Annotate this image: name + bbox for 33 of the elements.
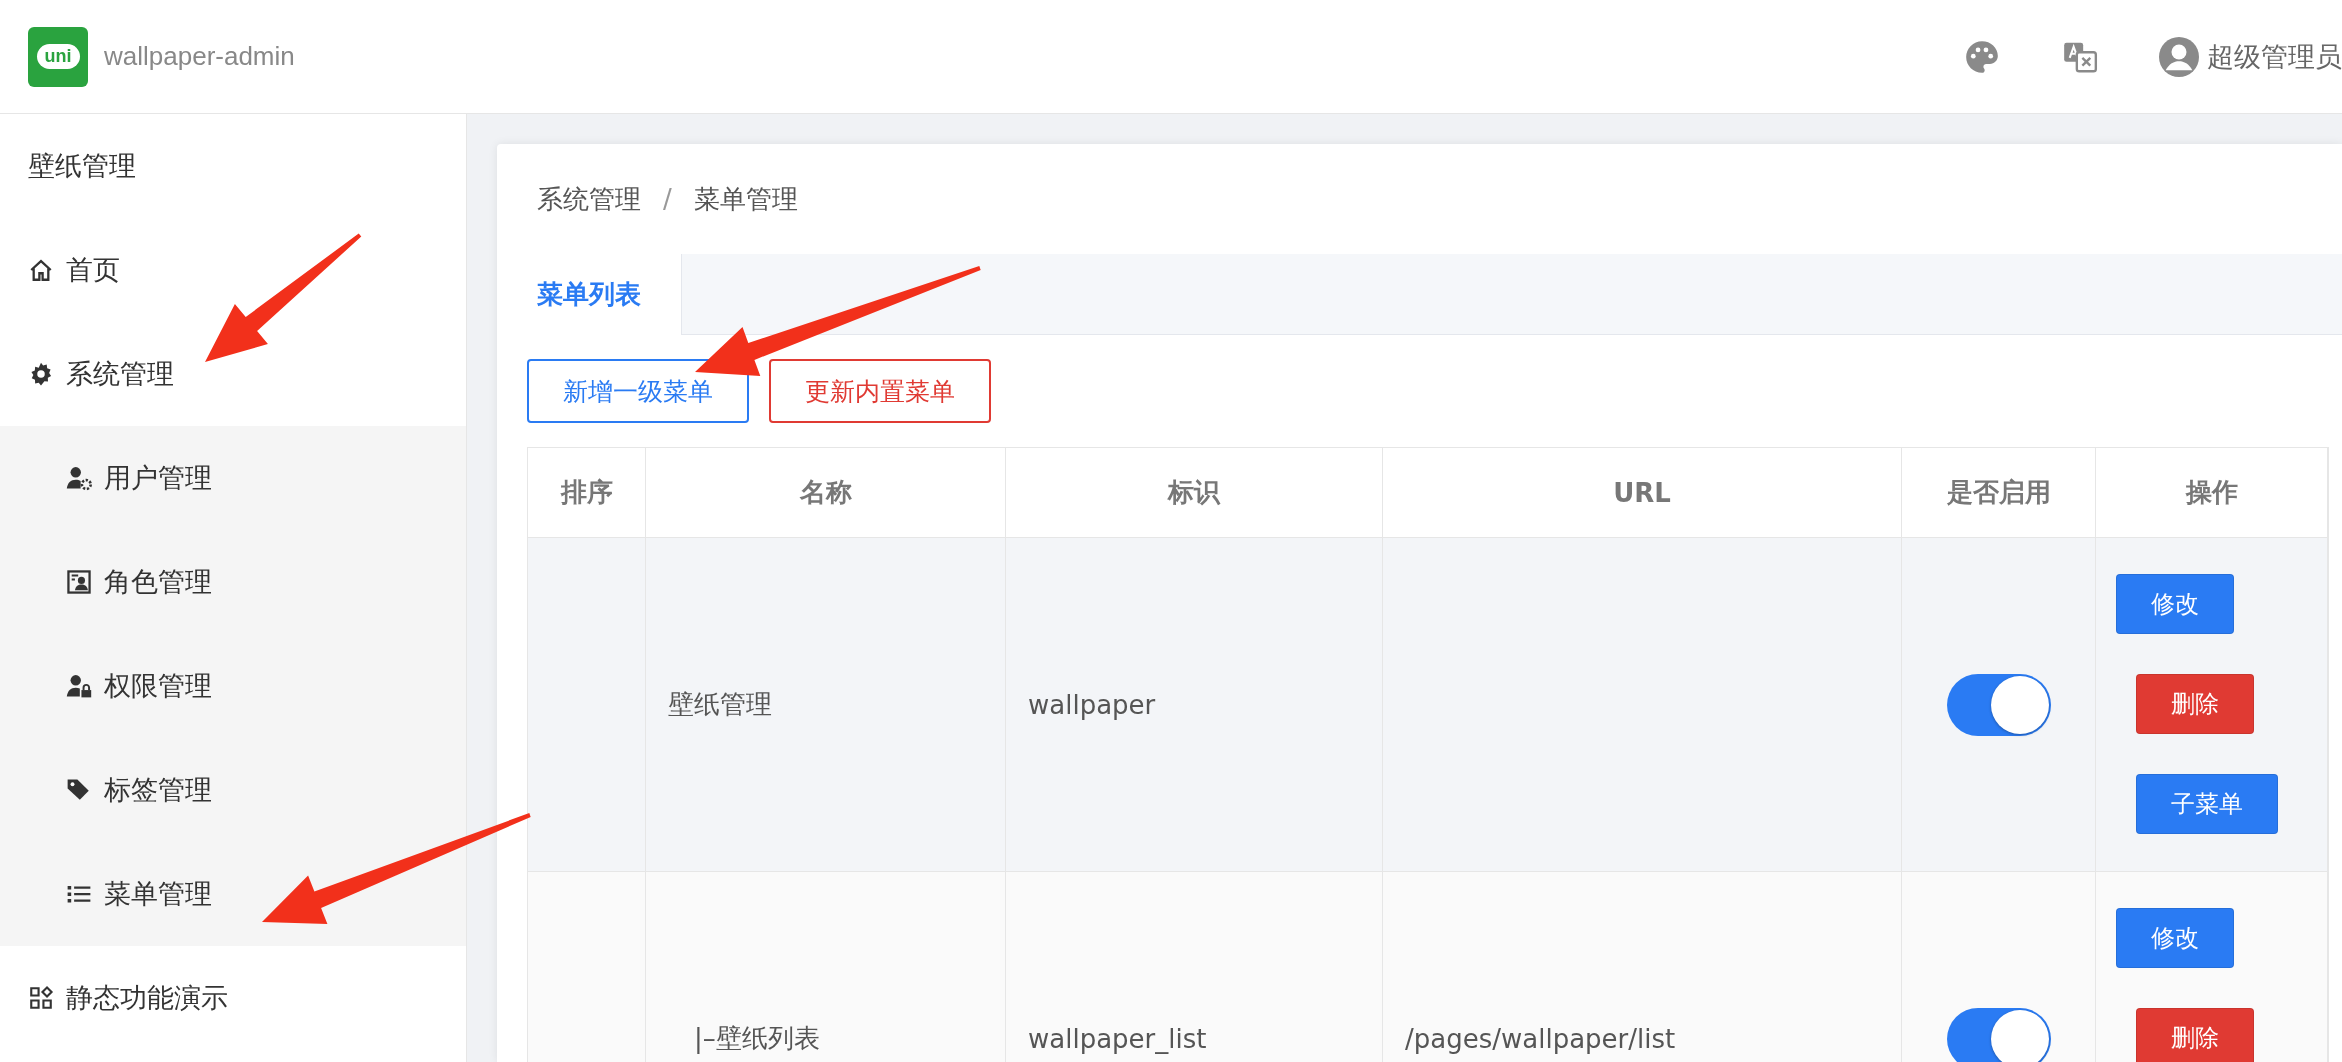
toggle-switch[interactable] xyxy=(1946,1007,2051,1062)
grid-icon xyxy=(28,985,54,1011)
breadcrumb-item[interactable]: 系统管理 xyxy=(537,181,641,217)
submenu-item[interactable]: 用户管理 xyxy=(0,426,466,530)
refresh-menu-button[interactable]: 更新内置菜单 xyxy=(769,359,991,423)
menu-item[interactable]: 首页 xyxy=(0,218,466,322)
table-cell: wallpaper_list xyxy=(1006,872,1383,1062)
table-cell: |–壁纸列表 xyxy=(646,872,1006,1062)
tab[interactable]: 菜单列表 xyxy=(497,254,682,335)
submenu-item[interactable]: 角色管理 xyxy=(0,530,466,634)
edit-button[interactable]: 修改 xyxy=(2116,574,2234,634)
submenu-button[interactable]: 子菜单 xyxy=(2136,774,2278,834)
table-cell: /pages/wallpaper/list xyxy=(1383,872,1902,1062)
edit-button[interactable]: 修改 xyxy=(2116,908,2234,968)
home-icon xyxy=(28,257,54,283)
submenu-item[interactable]: 权限管理 xyxy=(0,634,466,738)
app-title: wallpaper-admin xyxy=(104,41,295,72)
add-menu-button[interactable]: 新增一级菜单 xyxy=(527,359,749,423)
submenu-item[interactable]: 菜单管理 xyxy=(0,842,466,946)
logo: uni xyxy=(28,26,88,87)
breadcrumb-item[interactable]: 菜单管理 xyxy=(693,181,798,217)
user-name[interactable]: 超级管理员 xyxy=(2207,38,2342,75)
sidebar-title: 壁纸管理 xyxy=(27,149,137,183)
avatar-icon[interactable] xyxy=(2159,36,2199,77)
breadcrumb-separator: / xyxy=(663,184,672,214)
id-card-icon xyxy=(66,569,92,595)
user-gear-icon xyxy=(66,465,92,491)
delete-button[interactable]: 删除 xyxy=(2136,674,2254,734)
menu-item[interactable]: 静态功能演示 xyxy=(0,946,466,1050)
delete-button[interactable]: 删除 xyxy=(2136,1008,2254,1062)
submenu-item[interactable]: 标签管理 xyxy=(0,738,466,842)
menu-item[interactable]: 系统管理 xyxy=(0,322,466,426)
user-lock-icon xyxy=(66,673,92,699)
